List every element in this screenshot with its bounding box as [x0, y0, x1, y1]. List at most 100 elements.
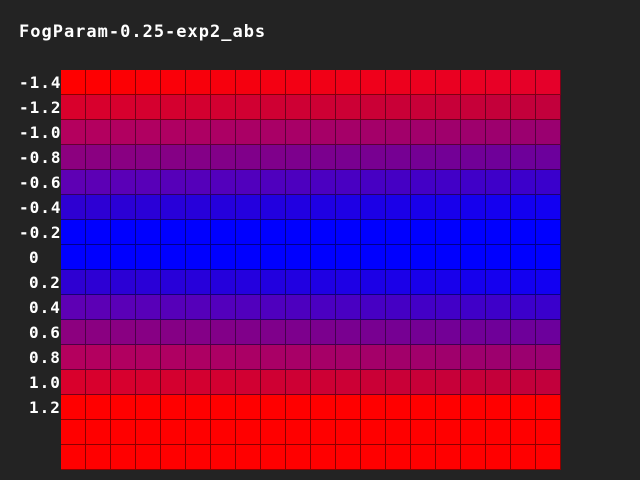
grid-cell — [486, 270, 511, 295]
grid-cell — [336, 420, 361, 445]
grid-cell — [211, 445, 236, 470]
grid-cell — [186, 420, 211, 445]
grid-cell — [161, 195, 186, 220]
grid-cell — [161, 120, 186, 145]
grid-cell — [136, 120, 161, 145]
grid-cell — [261, 195, 286, 220]
grid-cell — [361, 370, 386, 395]
grid-cell — [186, 145, 211, 170]
grid-cell — [461, 345, 486, 370]
grid-cell — [411, 445, 436, 470]
grid-cell — [511, 295, 536, 320]
grid-cell — [461, 370, 486, 395]
grid-cell — [236, 120, 261, 145]
grid-cell — [136, 195, 161, 220]
grid-cell — [236, 345, 261, 370]
grid-cell — [311, 70, 336, 95]
grid-cell — [136, 170, 161, 195]
grid-cell — [511, 320, 536, 345]
grid-cell — [61, 170, 86, 195]
grid-cell — [161, 370, 186, 395]
grid-cell — [436, 295, 461, 320]
grid-cell — [86, 95, 111, 120]
grid-cell — [236, 295, 261, 320]
grid-cell — [161, 70, 186, 95]
grid-cell — [336, 395, 361, 420]
grid-cell — [336, 245, 361, 270]
grid-cell — [336, 370, 361, 395]
grid-cell — [361, 445, 386, 470]
grid-cell — [511, 220, 536, 245]
grid-cell — [486, 95, 511, 120]
grid-cell — [486, 245, 511, 270]
grid-cell — [236, 320, 261, 345]
grid-cell — [111, 420, 136, 445]
grid-cell — [336, 270, 361, 295]
grid-cell — [236, 220, 261, 245]
grid-cell — [536, 95, 561, 120]
grid-cell — [436, 220, 461, 245]
grid-cell — [261, 270, 286, 295]
grid-cell — [186, 70, 211, 95]
grid-cell — [361, 295, 386, 320]
grid-cell — [336, 70, 361, 95]
grid-cell — [261, 220, 286, 245]
grid-cell — [336, 170, 361, 195]
grid-cell — [261, 345, 286, 370]
grid-cell — [411, 95, 436, 120]
grid-cell — [536, 445, 561, 470]
grid-cell — [536, 195, 561, 220]
grid-cell — [286, 120, 311, 145]
grid-cell — [261, 445, 286, 470]
grid-cell — [111, 170, 136, 195]
grid-cell — [536, 370, 561, 395]
grid-cell — [111, 245, 136, 270]
grid-cell — [61, 70, 86, 95]
grid-cell — [161, 295, 186, 320]
grid-cell — [61, 120, 86, 145]
grid-cell — [261, 245, 286, 270]
grid-cell — [136, 345, 161, 370]
grid-cell — [536, 145, 561, 170]
grid-cell — [336, 145, 361, 170]
grid-cell — [361, 195, 386, 220]
grid-cell — [486, 220, 511, 245]
grid-cell — [361, 270, 386, 295]
grid-cell — [386, 70, 411, 95]
grid-cell — [486, 420, 511, 445]
grid-cell — [461, 295, 486, 320]
grid-cell — [511, 195, 536, 220]
grid-cell — [386, 295, 411, 320]
grid-cell — [536, 220, 561, 245]
grid-cell — [311, 445, 336, 470]
grid-cell — [211, 345, 236, 370]
grid-cell — [411, 345, 436, 370]
grid-cell — [136, 270, 161, 295]
grid-cell — [286, 370, 311, 395]
grid-cell — [61, 220, 86, 245]
grid-cell — [61, 420, 86, 445]
grid-cell — [511, 395, 536, 420]
grid-cell — [311, 195, 336, 220]
grid-cell — [211, 145, 236, 170]
grid-cell — [211, 245, 236, 270]
grid-cell — [111, 70, 136, 95]
grid-cell — [186, 95, 211, 120]
grid-cell — [186, 195, 211, 220]
grid-cell — [311, 320, 336, 345]
grid-cell — [361, 95, 386, 120]
grid-cell — [261, 420, 286, 445]
grid-cell — [186, 270, 211, 295]
grid-cell — [61, 370, 86, 395]
grid-cell — [461, 420, 486, 445]
grid-cell — [86, 295, 111, 320]
grid-cell — [436, 370, 461, 395]
grid-cell — [86, 420, 111, 445]
grid-cell — [436, 245, 461, 270]
grid-cell — [411, 270, 436, 295]
grid-cell — [536, 70, 561, 95]
grid-cell — [261, 295, 286, 320]
grid-cell — [436, 145, 461, 170]
grid-cell — [61, 345, 86, 370]
grid-cell — [236, 70, 261, 95]
